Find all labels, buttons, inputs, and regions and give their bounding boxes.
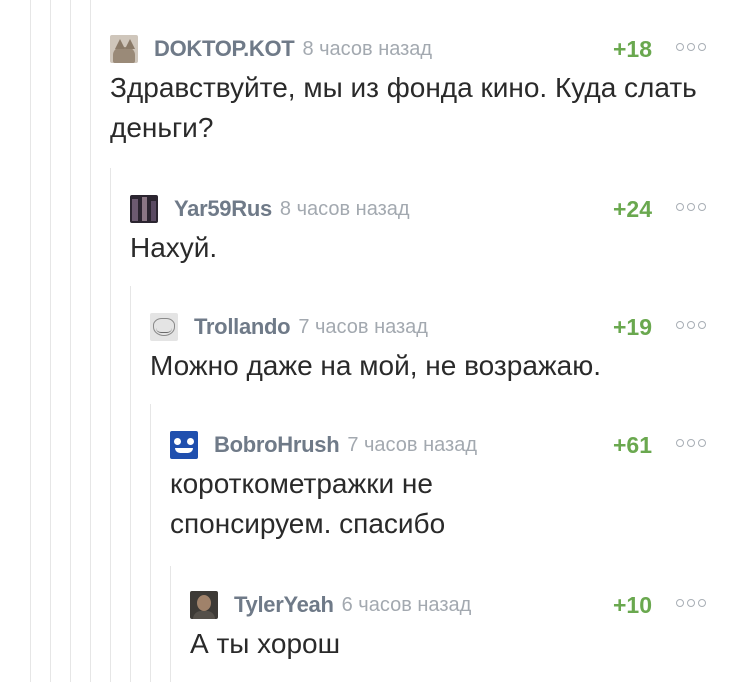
comment: BobroHrush 7 часов назад +61 короткометр…	[170, 430, 706, 544]
thread-line[interactable]	[150, 404, 151, 682]
comment-header: Yar59Rus 8 часов назад +24	[130, 194, 706, 224]
thread-line[interactable]	[170, 566, 171, 682]
comment-text: Можно даже на мой, не возражаю.	[150, 350, 601, 381]
comment-time[interactable]: 7 часов назад	[298, 316, 428, 339]
comment: TylerYeah 6 часов назад +10 А ты хорош	[190, 590, 706, 664]
photo-avatar[interactable]	[190, 591, 218, 619]
blue-face-avatar[interactable]	[170, 431, 198, 459]
dark-avatar[interactable]	[130, 195, 158, 223]
more-options-icon[interactable]	[676, 43, 706, 51]
comment-time[interactable]: 7 часов назад	[347, 434, 477, 457]
comment-rating: +10	[612, 591, 652, 618]
username[interactable]: BobroHrush	[214, 432, 340, 458]
more-options-icon[interactable]	[676, 439, 706, 447]
more-options-icon[interactable]	[676, 321, 706, 329]
trollface-avatar[interactable]	[150, 313, 178, 341]
comment-text: А ты хорош	[190, 628, 341, 659]
comment-rating: +61	[612, 431, 652, 458]
username[interactable]: Trollando	[194, 314, 291, 340]
comment-rating: +19	[612, 313, 652, 340]
username[interactable]: DOKTOP.KOT	[154, 36, 295, 62]
username[interactable]: Yar59Rus	[174, 196, 272, 222]
comment-header: TylerYeah 6 часов назад +10	[190, 590, 706, 620]
comment-text: короткометражки не спонсируем. спасибо	[170, 468, 446, 539]
comment-header: Trollando 7 часов назад +19	[150, 312, 706, 342]
comment: Yar59Rus 8 часов назад +24 Нахуй.	[130, 194, 706, 268]
thread-line[interactable]	[90, 0, 91, 682]
comment-text: Здравствуйте, мы из фонда кино. Куда сла…	[110, 72, 697, 143]
comment-time[interactable]: 6 часов назад	[342, 594, 472, 617]
thread-line[interactable]	[30, 0, 31, 682]
thread-line[interactable]	[50, 0, 51, 682]
comment-text: Нахуй.	[130, 232, 218, 263]
cat-avatar[interactable]	[110, 35, 138, 63]
more-options-icon[interactable]	[676, 599, 706, 607]
comment-time[interactable]: 8 часов назад	[280, 198, 410, 221]
thread-line[interactable]	[130, 286, 131, 682]
comment: Trollando 7 часов назад +19 Можно даже н…	[150, 312, 706, 386]
username[interactable]: TylerYeah	[234, 592, 334, 618]
more-options-icon[interactable]	[676, 203, 706, 211]
comment-rating: +18	[612, 35, 652, 62]
comment-time[interactable]: 8 часов назад	[302, 38, 432, 61]
thread-line[interactable]	[110, 168, 111, 682]
comment: DOKTOP.KOT 8 часов назад +18 Здравствуйт…	[110, 34, 706, 148]
comment-header: BobroHrush 7 часов назад +61	[170, 430, 706, 460]
comment-header: DOKTOP.KOT 8 часов назад +18	[110, 34, 706, 64]
thread-line[interactable]	[70, 0, 71, 682]
comment-rating: +24	[612, 195, 652, 222]
